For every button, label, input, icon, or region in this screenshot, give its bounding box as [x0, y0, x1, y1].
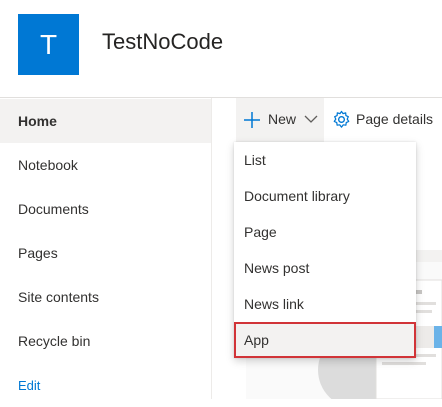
nav-edit-label: Edit: [18, 377, 41, 393]
site-header: T TestNoCode: [0, 0, 442, 98]
menu-item-label: News post: [244, 260, 310, 276]
site-logo[interactable]: T: [18, 14, 79, 75]
nav-item-notebook[interactable]: Notebook: [0, 143, 211, 187]
site-title[interactable]: TestNoCode: [102, 29, 223, 55]
menu-item-label: List: [244, 152, 266, 168]
menu-item-label: News link: [244, 296, 304, 312]
menu-item-document-library[interactable]: Document library: [234, 178, 416, 214]
menu-item-news-link[interactable]: News link: [234, 286, 416, 322]
new-menu: List Document library Page News post New…: [234, 142, 416, 358]
menu-item-label: Document library: [244, 188, 350, 204]
nav-item-pages[interactable]: Pages: [0, 231, 211, 275]
left-navigation: Home Notebook Documents Pages Site conte…: [0, 98, 212, 399]
chevron-down-icon: [304, 115, 318, 123]
nav-item-recycle-bin[interactable]: Recycle bin: [0, 319, 211, 363]
menu-item-app[interactable]: App: [234, 322, 416, 358]
page-details-button[interactable]: Page details: [328, 98, 442, 142]
nav-item-label: Home: [18, 113, 57, 129]
menu-item-list[interactable]: List: [234, 142, 416, 178]
menu-item-page[interactable]: Page: [234, 214, 416, 250]
new-button[interactable]: New: [236, 98, 324, 142]
nav-item-label: Documents: [18, 201, 89, 217]
plus-icon: [244, 112, 260, 128]
nav-item-site-contents[interactable]: Site contents: [0, 275, 211, 319]
command-bar: New Page details: [212, 98, 442, 142]
new-button-label: New: [268, 111, 297, 127]
nav-item-label: Site contents: [18, 289, 99, 305]
nav-item-documents[interactable]: Documents: [0, 187, 211, 231]
menu-item-news-post[interactable]: News post: [234, 250, 416, 286]
nav-item-label: Pages: [18, 245, 58, 261]
nav-item-home[interactable]: Home: [0, 99, 211, 143]
page-details-label: Page details: [356, 111, 434, 127]
gear-icon: [333, 110, 350, 128]
menu-item-label: App: [244, 332, 269, 348]
nav-edit-link[interactable]: Edit: [0, 363, 211, 407]
nav-item-label: Recycle bin: [18, 333, 91, 349]
nav-item-label: Notebook: [18, 157, 78, 173]
menu-item-label: Page: [244, 224, 277, 240]
